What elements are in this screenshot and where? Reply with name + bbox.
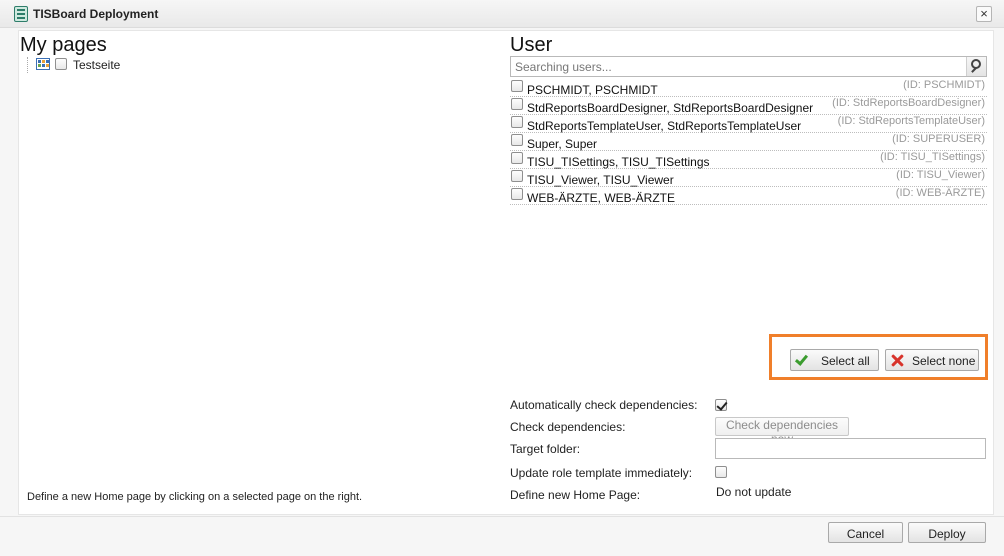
user-row[interactable]: Super, Super (ID: SUPERUSER) [510, 133, 987, 151]
select-all-button[interactable]: Select all [790, 349, 879, 371]
search-icon-handle [971, 67, 977, 73]
user-row[interactable]: PSCHMIDT, PSCHMIDT (ID: PSCHMIDT) [510, 79, 987, 97]
select-none-label: Select none [912, 354, 976, 368]
title-bar: TISBoard Deployment × [0, 0, 1004, 28]
user-name: PSCHMIDT, PSCHMIDT [527, 83, 658, 97]
user-checkbox[interactable] [511, 80, 523, 92]
user-name: TISU_TISettings, TISU_TISettings [527, 155, 710, 169]
user-id: (ID: SUPERUSER) [892, 133, 985, 145]
select-none-button[interactable]: Select none [885, 349, 979, 371]
user-checkbox[interactable] [511, 98, 523, 110]
check-deps-label: Check dependencies: [510, 420, 626, 434]
auto-check-label: Automatically check dependencies: [510, 398, 698, 412]
page-checkbox[interactable] [55, 58, 67, 70]
user-checkbox[interactable] [511, 152, 523, 164]
user-row[interactable]: TISU_TISettings, TISU_TISettings (ID: TI… [510, 151, 987, 169]
home-page-label: Define new Home Page: [510, 488, 641, 502]
my-pages-heading: My pages [20, 34, 107, 56]
home-page-hint: Define a new Home page by clicking on a … [27, 491, 363, 503]
update-role-label: Update role template immediately: [510, 466, 693, 480]
deploy-button[interactable]: Deploy [908, 522, 986, 543]
user-name: TISU_Viewer, TISU_Viewer [527, 173, 674, 187]
user-checkbox[interactable] [511, 134, 523, 146]
user-id: (ID: PSCHMIDT) [903, 79, 985, 91]
window-title: TISBoard Deployment [33, 7, 159, 21]
home-page-value: Do not update [716, 485, 792, 499]
user-name: Super, Super [527, 137, 598, 151]
user-id: (ID: StdReportsTemplateUser) [837, 115, 985, 127]
update-role-checkbox[interactable] [715, 466, 727, 478]
close-button[interactable]: × [976, 6, 992, 22]
user-id: (ID: WEB-ÄRZTE) [895, 187, 985, 199]
select-all-label: Select all [821, 354, 870, 368]
user-list: PSCHMIDT, PSCHMIDT (ID: PSCHMIDT) StdRep… [510, 79, 987, 205]
user-checkbox[interactable] [511, 170, 523, 182]
user-id: (ID: StdReportsBoardDesigner) [832, 97, 985, 109]
tisboard-app-icon [14, 6, 28, 22]
user-checkbox[interactable] [511, 188, 523, 200]
user-id: (ID: TISU_TISettings) [880, 151, 985, 163]
check-icon [794, 352, 809, 366]
user-row[interactable]: TISU_Viewer, TISU_Viewer (ID: TISU_Viewe… [510, 169, 987, 187]
cancel-button[interactable]: Cancel [828, 522, 903, 543]
user-row[interactable]: StdReportsBoardDesigner, StdReportsBoard… [510, 97, 987, 115]
user-search [510, 56, 987, 77]
user-id: (ID: TISU_Viewer) [896, 169, 985, 181]
search-button[interactable] [966, 57, 986, 76]
tree-connector [27, 57, 35, 73]
deploy-label: Deploy [928, 527, 966, 541]
target-folder-label: Target folder: [510, 442, 581, 456]
user-name: StdReportsTemplateUser, StdReportsTempla… [527, 119, 802, 133]
dashboard-page-icon [36, 58, 50, 70]
cross-icon [890, 352, 904, 368]
user-row[interactable]: WEB-ÄRZTE, WEB-ÄRZTE (ID: WEB-ÄRZTE) [510, 187, 987, 205]
cancel-label: Cancel [846, 527, 885, 541]
user-search-input[interactable] [511, 57, 963, 76]
user-name: WEB-ÄRZTE, WEB-ÄRZTE [527, 191, 675, 205]
user-checkbox[interactable] [511, 116, 523, 128]
target-folder-input[interactable] [715, 438, 986, 459]
check-dependencies-button[interactable]: Check dependencies now [715, 417, 849, 446]
footer-divider [0, 516, 1004, 517]
page-label[interactable]: Testseite [73, 58, 120, 72]
user-name: StdReportsBoardDesigner, StdReportsBoard… [527, 101, 814, 115]
dialog-content: My pages Testseite Define a new Home pag… [18, 30, 994, 515]
auto-check-checkbox[interactable] [715, 399, 727, 411]
user-row[interactable]: StdReportsTemplateUser, StdReportsTempla… [510, 115, 987, 133]
user-heading: User [510, 34, 553, 56]
